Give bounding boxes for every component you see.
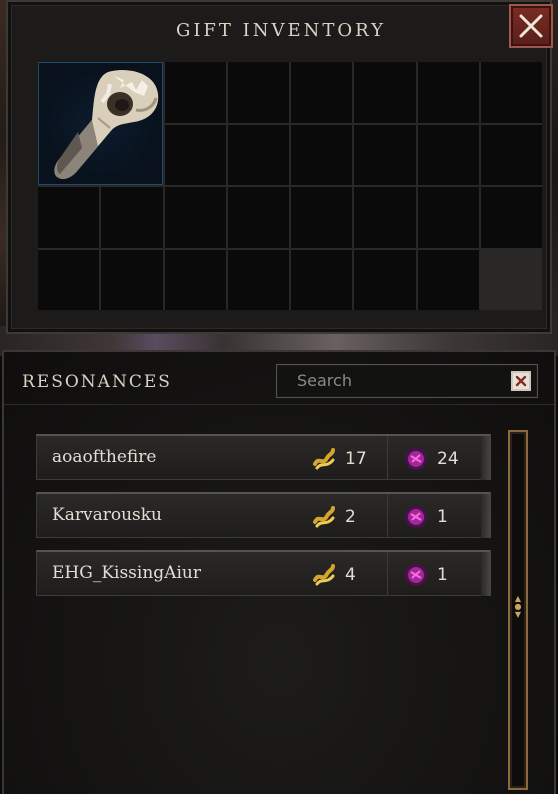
inventory-slot[interactable]	[291, 124, 353, 185]
gift-inventory-panel: GIFT INVENTORY	[6, 0, 553, 334]
resonance-row[interactable]: aoaofthefire 17 24	[36, 434, 491, 480]
inventory-slot[interactable]	[164, 249, 226, 310]
inventory-slot[interactable]	[227, 124, 289, 185]
search-input[interactable]: Search	[276, 364, 538, 398]
inventory-slot[interactable]	[417, 249, 479, 310]
column-separator	[387, 552, 388, 596]
bird-skull-icon	[54, 70, 159, 179]
inventory-slot[interactable]	[480, 124, 542, 185]
inventory-slot[interactable]	[164, 124, 226, 185]
obsidian-resonance: 24	[403, 444, 459, 474]
obsidian-count: 1	[437, 507, 448, 527]
row-end-cap	[481, 552, 491, 596]
gold-resonance: 4	[311, 560, 356, 590]
inventory-slot[interactable]	[164, 187, 226, 248]
gift-inventory-title: GIFT INVENTORY	[175, 20, 387, 41]
inventory-slot[interactable]	[354, 62, 416, 123]
column-separator	[387, 436, 388, 480]
column-separator	[387, 494, 388, 538]
inventory-slot[interactable]	[38, 249, 100, 310]
obsidian-resonance-icon	[405, 448, 427, 470]
resonance-row[interactable]: Karvarousku 2 1	[36, 492, 491, 538]
resonances-title: RESONANCES	[22, 372, 172, 392]
gold-count: 4	[345, 565, 356, 585]
inventory-grid	[38, 62, 542, 310]
inventory-slot[interactable]	[291, 249, 353, 310]
player-name: EHG_KissingAiur	[52, 563, 201, 583]
inventory-slot[interactable]	[480, 62, 542, 123]
golden-resonance-icon	[313, 564, 335, 586]
inventory-slot[interactable]	[291, 62, 353, 123]
resonances-panel: RESONANCES Search aoaofthefire 17 24 Kar…	[2, 350, 556, 794]
obsidian-resonance-icon	[405, 564, 427, 586]
scroll-down-arrow-icon: ▼	[514, 610, 522, 619]
gold-count: 17	[345, 449, 367, 469]
gold-resonance: 2	[311, 502, 356, 532]
divider	[4, 404, 554, 405]
inventory-slot[interactable]	[227, 187, 289, 248]
gold-count: 2	[345, 507, 356, 527]
inventory-slot[interactable]	[480, 187, 542, 248]
scrollbar-handle[interactable]: ▲ ● ▼	[514, 592, 522, 622]
close-button[interactable]	[509, 4, 553, 48]
scrollbar[interactable]: ▲ ● ▼	[508, 430, 528, 790]
inventory-slot[interactable]	[417, 124, 479, 185]
clear-icon	[515, 375, 527, 387]
inventory-slot[interactable]	[227, 249, 289, 310]
inventory-slot[interactable]	[354, 187, 416, 248]
row-end-cap	[481, 494, 491, 538]
obsidian-count: 1	[437, 565, 448, 585]
inventory-slot[interactable]	[417, 62, 479, 123]
obsidian-resonance: 1	[403, 502, 448, 532]
gold-resonance: 17	[311, 444, 367, 474]
inventory-slot[interactable]	[101, 187, 163, 248]
row-end-cap	[481, 436, 491, 480]
inventory-slot[interactable]	[101, 249, 163, 310]
close-icon	[519, 14, 543, 38]
obsidian-resonance: 1	[403, 560, 448, 590]
inventory-slot[interactable]	[291, 187, 353, 248]
search-clear-button[interactable]	[511, 371, 531, 391]
player-name: aoaofthefire	[52, 447, 157, 467]
player-name: Karvarousku	[52, 505, 162, 525]
search-placeholder: Search	[297, 371, 352, 390]
inventory-slot[interactable]	[417, 187, 479, 248]
golden-resonance-icon	[313, 448, 335, 470]
inventory-slot[interactable]	[227, 62, 289, 123]
inventory-slot[interactable]	[354, 124, 416, 185]
obsidian-count: 24	[437, 449, 459, 469]
inventory-slot[interactable]	[354, 249, 416, 310]
inventory-item-slot[interactable]	[38, 62, 163, 185]
golden-resonance-icon	[313, 506, 335, 528]
resonance-list: aoaofthefire 17 24 Karvarousku 2 1 EHG_K…	[36, 434, 491, 608]
inventory-slot[interactable]	[164, 62, 226, 123]
resonance-row[interactable]: EHG_KissingAiur 4 1	[36, 550, 491, 596]
obsidian-resonance-icon	[405, 506, 427, 528]
inventory-slot[interactable]	[38, 187, 100, 248]
